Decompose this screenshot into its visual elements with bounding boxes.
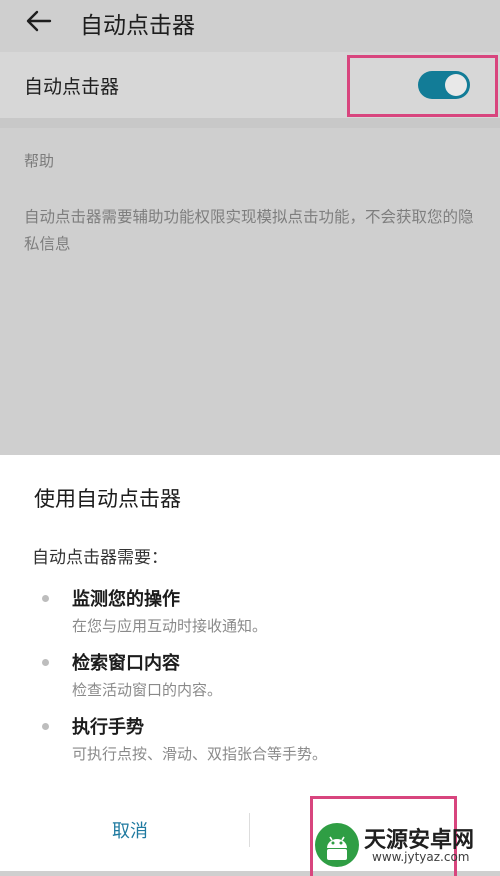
bullet-icon [42,723,49,730]
setting-label: 自动点击器 [24,76,120,98]
permission-title: 执行手势 [72,717,144,738]
permission-title: 检索窗口内容 [72,653,180,674]
watermark-url: www.jytyaz.com [372,850,470,864]
permission-description: 检查活动窗口的内容。 [72,681,223,699]
arrow-left-icon[interactable] [24,6,54,36]
dialog-title: 使用自动点击器 [34,487,181,511]
bullet-icon [42,659,49,666]
dialog-intro: 自动点击器需要： [32,548,168,568]
top-bar: 自动点击器 [0,0,500,48]
permission-description: 可执行点按、滑动、双指张合等手势。 [72,745,328,763]
toggle-highlight-box [347,55,498,117]
permission-description: 在您与应用互动时接收通知。 [72,617,268,635]
permission-title: 监测您的操作 [72,589,180,610]
cancel-button[interactable]: 取消 [60,815,200,849]
android-logo-icon [315,823,359,867]
bullet-icon [42,595,49,602]
watermark: 天源安卓网 www.jytyaz.com [312,820,498,870]
permission-dialog: 使用自动点击器 自动点击器需要： 监测您的操作 在您与应用互动时接收通知。 检索… [0,455,500,876]
button-divider [249,813,250,847]
section-divider [0,118,500,128]
help-heading: 帮助 [24,152,55,170]
help-description: 自动点击器需要辅助功能权限实现模拟点击功能，不会获取您的隐私信息 [24,208,474,253]
page-title: 自动点击器 [80,13,195,39]
